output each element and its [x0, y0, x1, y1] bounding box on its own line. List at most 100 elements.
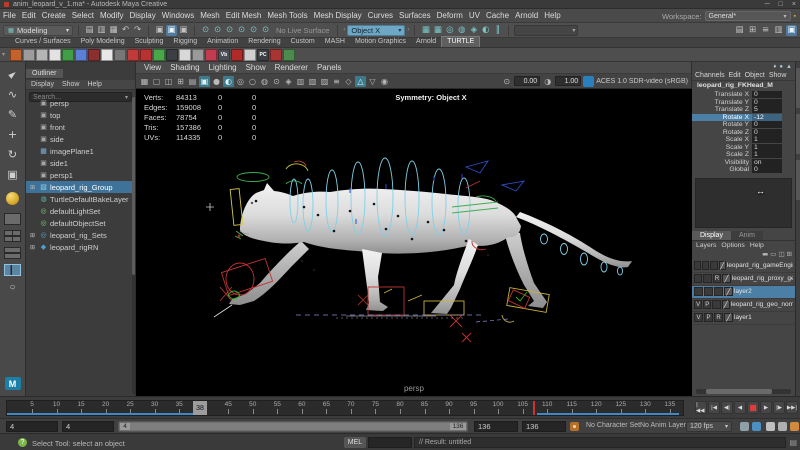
menu-item[interactable]: Deform [434, 9, 466, 23]
viewport-menu-item[interactable]: View [140, 63, 165, 72]
layer-color-swatch[interactable]: ╱ [724, 313, 733, 322]
menu-item[interactable]: Display [127, 9, 159, 23]
new-scene-icon[interactable]: ▤ [84, 25, 95, 36]
snap-grid-icon[interactable]: ⊙ [200, 25, 211, 36]
outliner-scrollbar[interactable] [132, 97, 135, 394]
outliner-menu-item[interactable]: Show [62, 81, 80, 88]
gamma-field[interactable]: 1.00 [555, 76, 581, 86]
menu-item[interactable]: Arnold [512, 9, 541, 23]
list-view-icon[interactable]: ≡ [760, 25, 771, 36]
new-scene-layer-icon[interactable]: ◫ [778, 250, 784, 259]
channel-row[interactable]: Translate Y 0 [692, 99, 795, 107]
construction-history-icon[interactable]: ⊞ [747, 25, 758, 36]
grease-pencil-icon[interactable]: ▽ [367, 76, 378, 87]
auto-keyframe-toggle[interactable] [570, 422, 579, 431]
shelf-pages-icon[interactable] [75, 49, 87, 61]
shelf-menu-icon[interactable]: ▾ [2, 51, 9, 58]
expand-icon[interactable]: ⊞ [30, 184, 37, 191]
snap-projected-center-icon[interactable]: ⊙ [236, 25, 247, 36]
scale-tool-icon[interactable]: ▣ [4, 166, 22, 183]
expand-icon[interactable]: ⊞ [30, 232, 37, 239]
snap-view-plane-icon[interactable]: ⊙ [248, 25, 259, 36]
shelf-sphere3-icon[interactable] [179, 49, 191, 61]
shadows-icon[interactable]: ○ [247, 76, 258, 87]
shelf-knot-icon[interactable] [101, 49, 113, 61]
gamma-icon[interactable]: ◑ [542, 76, 553, 87]
channel-row[interactable]: Translate X 0 [692, 91, 795, 99]
layer-name[interactable]: leopard_rig_geo_normal [731, 301, 793, 308]
channel-row[interactable]: Scale Y 1 [692, 144, 795, 152]
snap-point-icon[interactable]: ⊙ [224, 25, 235, 36]
redo-icon[interactable]: ↷ [132, 25, 143, 36]
channel-box-menu-item[interactable]: Edit [729, 72, 741, 79]
channel-slider-icon[interactable]: ▲ [786, 64, 792, 70]
bookmarks-icon[interactable]: ⊞ [175, 76, 186, 87]
shelf-tab[interactable]: Rigging [168, 37, 202, 47]
exposure-icon[interactable]: ⊙ [501, 76, 512, 87]
play-backwards-button[interactable]: ◀ [734, 401, 746, 414]
menu-item[interactable]: Curves [365, 9, 396, 23]
channel-value-field[interactable]: 5 [752, 106, 782, 113]
channel-value-field[interactable]: -12 [752, 114, 782, 121]
layer-playback-toggle[interactable] [703, 274, 711, 283]
shelf-tab[interactable]: Curves / Surfaces [10, 37, 76, 47]
script-editor-icon[interactable] [740, 422, 749, 431]
layer-display-type-toggle[interactable] [710, 261, 717, 270]
shelf-photo-icon[interactable] [283, 49, 295, 61]
shelf-dome-icon[interactable] [127, 49, 139, 61]
multisample-icon[interactable]: ◈ [283, 76, 294, 87]
shelf-tab[interactable]: TURTLE [441, 36, 480, 47]
shelf-arrow-ball-icon[interactable] [153, 49, 165, 61]
channel-value-field[interactable]: 0 [752, 121, 782, 128]
input-field-selector[interactable]: ▾ [514, 25, 578, 36]
layer-editor-scrollbar[interactable] [696, 389, 791, 394]
layer-display-type-toggle[interactable] [712, 300, 720, 309]
layer-editor-menu-item[interactable]: Options [721, 242, 744, 249]
shelf-grey-icon[interactable] [192, 49, 204, 61]
symmetry-selector[interactable]: Object X ▾ [347, 25, 405, 36]
select-tool-icon[interactable]: ► [4, 66, 22, 83]
viewport-menu-item[interactable]: Show [242, 63, 270, 72]
viewport-menu-item[interactable]: Shading [166, 63, 203, 72]
fps-selector[interactable]: 120 fps ▾ [686, 421, 732, 432]
menu-item[interactable]: Edit [19, 9, 39, 23]
step-back-key-button[interactable]: |◀ [708, 401, 720, 414]
render-view-icon[interactable]: ▦ [420, 25, 431, 36]
rig-pole-line[interactable] [214, 305, 232, 317]
layer-editor-menu-item[interactable]: Help [750, 242, 764, 249]
rotate-tool-icon[interactable]: ↻ [4, 146, 22, 163]
chevron-right-icon[interactable]: › [407, 27, 409, 33]
channel-value-field[interactable]: 0 [752, 99, 782, 106]
layer-name[interactable]: leopard_rig_gameEngineMesh [727, 262, 793, 269]
range-slider[interactable]: 4 136 [118, 421, 468, 432]
layer-editor-tab[interactable]: Display [692, 231, 731, 240]
channel-row[interactable]: Scale Z 1 [692, 151, 795, 159]
shelf-pie-icon[interactable] [205, 49, 217, 61]
wireframe-icon[interactable]: ▣ [199, 76, 210, 87]
safe-action-icon[interactable]: ◇ [343, 76, 354, 87]
hypershade-icon[interactable]: ◈ [468, 25, 479, 36]
shelf-goggles-icon[interactable] [166, 49, 178, 61]
animation-end-field[interactable]: 136 [522, 421, 566, 432]
layer-playback-toggle[interactable] [704, 287, 713, 296]
channel-row[interactable]: Scale X 1 [692, 136, 795, 144]
shaded-icon[interactable]: ● [211, 76, 222, 87]
range-slider-left-handle[interactable]: 4 [120, 423, 130, 430]
colorspace-label[interactable]: ACES 1.0 SDR-video (sRGB) [596, 78, 688, 85]
outliner-row[interactable]: ⊞ ◆ leopard_rigRN [26, 241, 132, 253]
shelf-pc-icon[interactable]: PC [257, 49, 269, 61]
channel-value-field[interactable]: 1 [752, 136, 782, 143]
layout-two-pane-button[interactable] [4, 247, 21, 259]
sidebar-tabs-strip[interactable] [795, 62, 800, 396]
close-button[interactable]: × [792, 1, 796, 8]
layer-options-icon[interactable]: ⊞ [787, 250, 792, 259]
channel-value-field[interactable]: 1 [752, 151, 782, 158]
maximize-button[interactable]: □ [779, 1, 783, 8]
speed-state-icon[interactable]: ● [779, 64, 783, 70]
shelf-tab[interactable]: Arnold [411, 37, 441, 47]
outliner-row[interactable]: ▣ persp [26, 97, 132, 109]
selected-object-name[interactable]: leopard_rig_FKHead_M [692, 81, 795, 90]
menu-item[interactable]: Edit Mesh [223, 9, 265, 23]
channel-value-field[interactable]: on [752, 159, 782, 166]
anim-layer-label[interactable]: No Anim Layer [640, 422, 686, 429]
